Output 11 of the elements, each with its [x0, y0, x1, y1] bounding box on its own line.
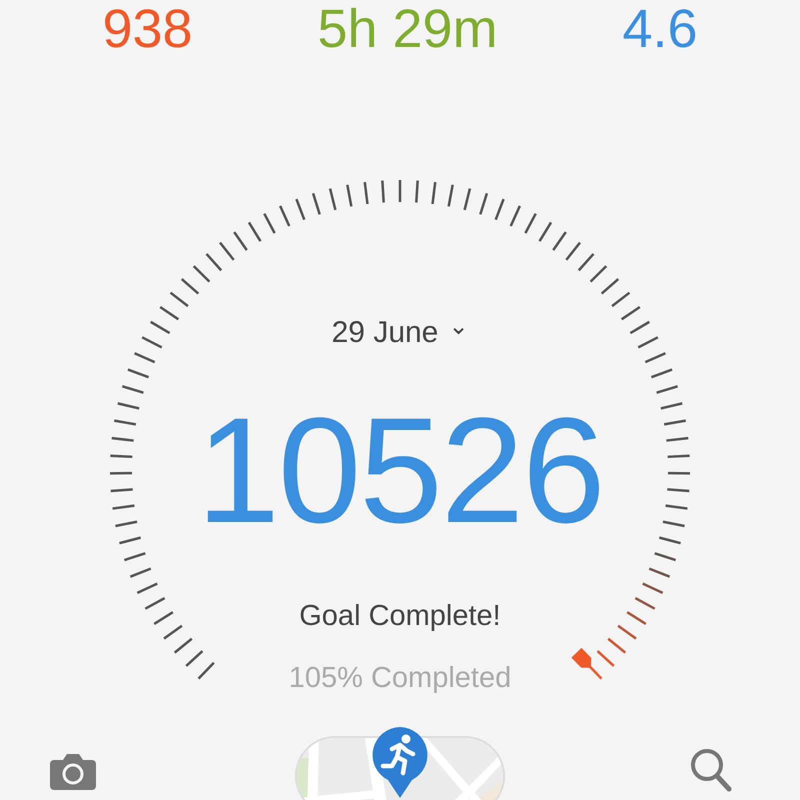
goal-status: Goal Complete! — [299, 599, 501, 634]
goal-marker — [571, 648, 592, 668]
completion-percent: 105% Completed — [288, 660, 512, 696]
runner-pin-icon[interactable] — [370, 725, 430, 800]
date-dropdown[interactable]: 29 June ⌄ — [332, 310, 468, 355]
camera-icon[interactable] — [50, 752, 96, 790]
stat-value: 4.6 — [622, 1, 698, 58]
stat-value: 938 — [102, 1, 193, 58]
step-count: 10526 — [196, 395, 604, 545]
stat-value: 5h 29m — [317, 1, 498, 58]
search-icon[interactable] — [690, 748, 732, 792]
